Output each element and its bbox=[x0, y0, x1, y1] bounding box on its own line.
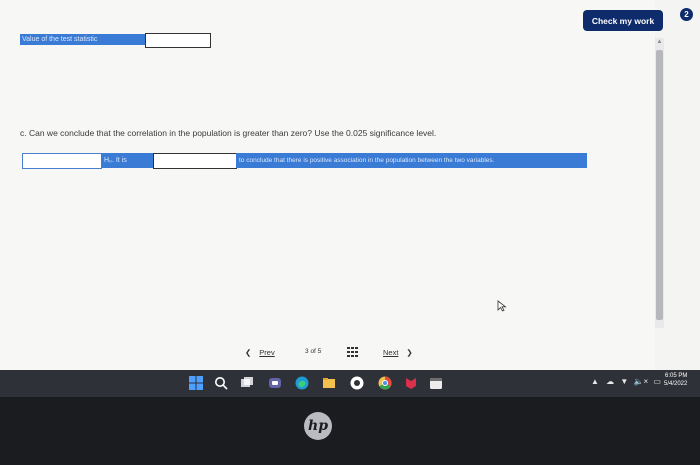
laptop-bezel bbox=[0, 397, 700, 465]
clock[interactable]: 6:05 PM 5/4/2022 bbox=[664, 372, 687, 388]
conclusion-select[interactable] bbox=[153, 153, 237, 169]
search-icon[interactable] bbox=[214, 376, 228, 390]
page-indicator: 3 of 5 bbox=[305, 348, 321, 355]
page-of: of bbox=[310, 348, 316, 355]
battery-icon[interactable]: ▭ bbox=[653, 377, 661, 386]
teams-chat-icon[interactable] bbox=[268, 376, 282, 390]
cloud-icon[interactable]: ☁ bbox=[606, 377, 614, 386]
conclusion-label: to conclude that there is positive assoc… bbox=[236, 153, 587, 168]
test-statistic-input[interactable] bbox=[145, 33, 211, 48]
h0-label: H₀. It is bbox=[101, 153, 154, 168]
chevron-up-icon[interactable]: ▲ bbox=[591, 377, 599, 386]
next-button[interactable]: Next ❯ bbox=[383, 348, 413, 357]
clock-time: 6:05 PM bbox=[665, 373, 688, 379]
wifi-icon[interactable]: ▼ bbox=[620, 377, 628, 386]
pagination: ❮ Prev 3 of 5 Next ❯ bbox=[0, 345, 655, 361]
volume-icon[interactable]: 🔈× bbox=[634, 377, 649, 386]
mcafee-icon[interactable] bbox=[404, 376, 418, 390]
reject-decision-select[interactable] bbox=[22, 153, 102, 169]
total-pages: 5 bbox=[317, 348, 322, 355]
check-my-work-button[interactable]: Check my work bbox=[583, 10, 663, 31]
question-c-text: c. Can we conclude that the correlation … bbox=[20, 128, 437, 138]
assignment-content: Check my work Value of the test statisti… bbox=[0, 0, 663, 370]
chevron-left-icon: ❮ bbox=[245, 348, 252, 357]
mouse-cursor-icon bbox=[497, 300, 507, 312]
current-page: 3 bbox=[305, 348, 309, 355]
system-tray[interactable]: ▲ ☁ ▼ 🔈× ▭ bbox=[591, 377, 661, 386]
screen: Check my work Value of the test statisti… bbox=[0, 0, 700, 370]
prev-button[interactable]: ❮ Prev bbox=[245, 348, 275, 357]
hp-logo: hp bbox=[304, 412, 332, 440]
store-icon[interactable] bbox=[350, 376, 364, 390]
chrome-browser-icon[interactable] bbox=[378, 376, 392, 390]
test-statistic-label: Value of the test statistic bbox=[20, 34, 146, 45]
attempts-badge: 2 bbox=[680, 8, 693, 21]
scrollbar[interactable]: ▲ bbox=[655, 38, 664, 328]
calendar-app-icon[interactable] bbox=[429, 376, 443, 390]
scrollbar-thumb[interactable] bbox=[656, 50, 663, 320]
chevron-right-icon: ❯ bbox=[406, 348, 413, 357]
task-view-icon[interactable] bbox=[240, 376, 254, 390]
windows-start-icon[interactable] bbox=[189, 376, 203, 390]
clock-date: 5/4/2022 bbox=[664, 381, 688, 387]
grid-icon[interactable] bbox=[347, 347, 358, 357]
file-explorer-icon[interactable] bbox=[322, 376, 336, 390]
edge-browser-icon[interactable] bbox=[295, 376, 309, 390]
scroll-up-icon[interactable]: ▲ bbox=[656, 38, 663, 46]
next-label: Next bbox=[383, 348, 399, 357]
prev-label: Prev bbox=[259, 348, 275, 357]
